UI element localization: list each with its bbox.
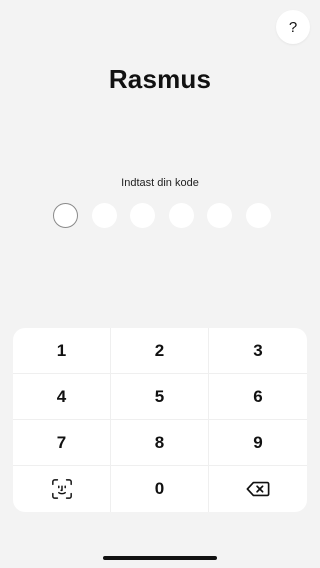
screen: ? Rasmus Indtast din kode 1 2 3 4 5 6 7 … [0, 0, 320, 568]
keypad: 1 2 3 4 5 6 7 8 9 0 [13, 328, 307, 512]
pin-indicator [53, 203, 271, 228]
user-name: Rasmus [108, 64, 212, 94]
pin-prompt: Indtast din kode [121, 177, 199, 189]
pin-dot [91, 203, 117, 228]
pin-dot [168, 203, 194, 228]
face-id-icon [51, 479, 72, 499]
key-8[interactable]: 8 [111, 420, 209, 466]
key-5[interactable]: 5 [111, 374, 209, 420]
pin-dot [130, 203, 155, 228]
pin-dot [245, 203, 271, 228]
backspace-icon [246, 481, 270, 497]
key-0[interactable]: 0 [111, 466, 209, 512]
key-2[interactable]: 2 [111, 328, 209, 374]
key-1[interactable]: 1 [13, 328, 111, 374]
pin-dot [207, 203, 232, 228]
face-id-button[interactable] [13, 466, 111, 512]
home-indicator [103, 556, 217, 560]
key-4[interactable]: 4 [13, 374, 111, 420]
pin-dot [53, 203, 78, 228]
key-6[interactable]: 6 [209, 374, 307, 420]
key-7[interactable]: 7 [13, 420, 111, 466]
backspace-button[interactable] [209, 466, 307, 512]
key-9[interactable]: 9 [209, 420, 307, 466]
key-3[interactable]: 3 [209, 328, 307, 374]
help-button[interactable]: ? [276, 10, 310, 44]
